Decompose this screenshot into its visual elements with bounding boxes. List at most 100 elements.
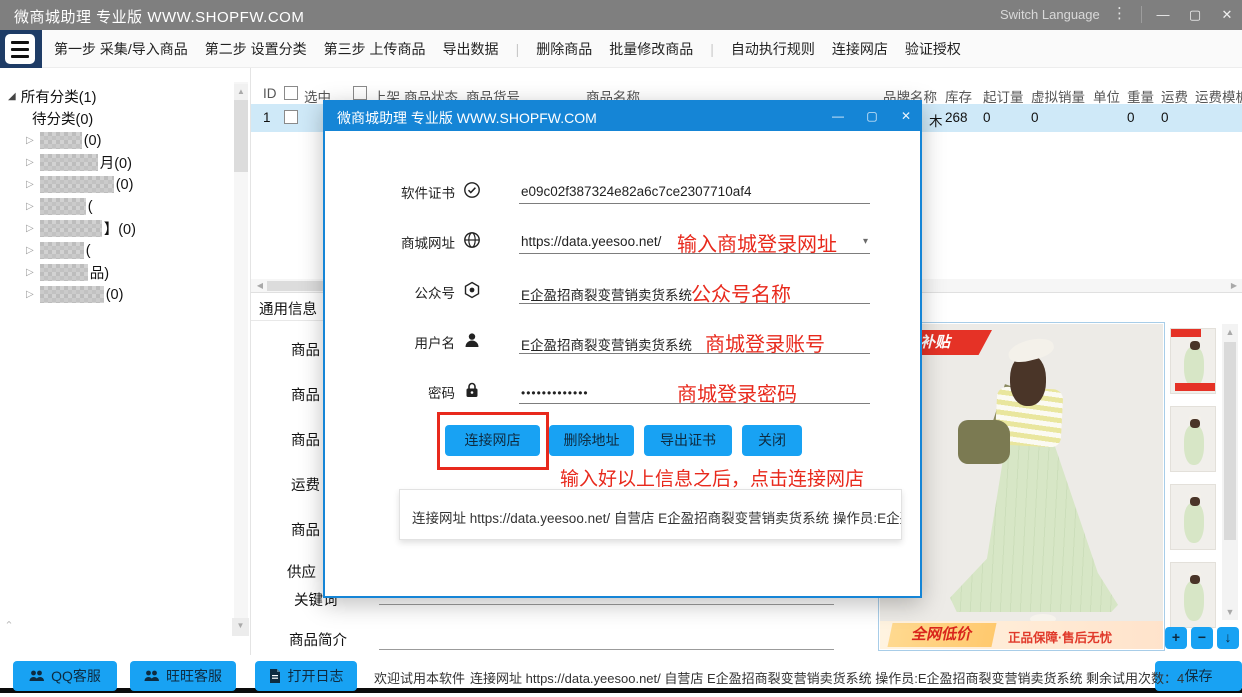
scroll-up-icon[interactable]: ▲	[1222, 324, 1238, 340]
hamburger-menu-icon[interactable]	[5, 34, 35, 64]
menu-item-auto-rules[interactable]: 自动执行规则	[731, 39, 815, 59]
add-image-button[interactable]: +	[1165, 627, 1187, 649]
password-value: •••••••••••••	[521, 386, 589, 400]
menu-separator: |	[516, 41, 520, 57]
tree-expanded-icon[interactable]: ◢	[8, 91, 16, 102]
redacted-category-name	[40, 264, 88, 281]
column-header-stock[interactable]: 库存	[945, 86, 972, 106]
tab-general-info[interactable]: 通用信息	[259, 298, 317, 319]
dropdown-icon[interactable]: ▾	[863, 236, 868, 247]
scroll-up-icon[interactable]: ▲	[234, 84, 248, 100]
tree-collapsed-icon[interactable]: ▷	[26, 245, 34, 256]
column-header-shipping[interactable]: 运费	[1161, 86, 1188, 106]
scroll-right-icon[interactable]: ▶	[1227, 279, 1241, 293]
official-account-icon	[463, 281, 481, 299]
column-header-moq[interactable]: 起订量	[983, 86, 1024, 106]
close-button[interactable]: ✕	[1212, 0, 1242, 30]
product-thumbnail[interactable]	[1170, 406, 1216, 472]
switch-language-button[interactable]: Switch Language	[1000, 7, 1100, 22]
sidebar-item-category[interactable]: ▷ 月(0)	[26, 152, 132, 173]
open-log-button[interactable]: 打开日志	[255, 661, 357, 691]
row-checkbox[interactable]	[284, 110, 298, 124]
sidebar-item-uncategorized[interactable]: 待分类(0)	[32, 108, 93, 129]
menu-item-delete-product[interactable]: 删除商品	[536, 39, 592, 59]
keywords-input[interactable]	[379, 604, 834, 605]
sidebar-item-all-categories[interactable]: ◢ 所有分类(1)	[8, 86, 96, 107]
redacted-category-name	[40, 154, 98, 171]
field-row-username: 用户名 E企盈招商裂变营销卖货系统 商城登录账号	[325, 328, 920, 354]
field-label: 公众号	[325, 282, 455, 302]
password-input[interactable]: ••••••••••••• 商城登录密码	[519, 378, 870, 404]
export-certificate-button[interactable]: 导出证书	[644, 425, 732, 456]
tree-collapsed-icon[interactable]: ▷	[26, 135, 34, 146]
delete-address-button[interactable]: 删除地址	[549, 425, 634, 456]
scroll-down-icon[interactable]: ▼	[232, 618, 249, 636]
dialog-maximize-button[interactable]: ▢	[857, 102, 887, 131]
product-thumbnail[interactable]	[1170, 562, 1216, 628]
sidebar-item-category[interactable]: ▷ 】(0)	[26, 218, 136, 239]
product-thumbnail[interactable]	[1170, 484, 1216, 550]
qq-service-label: QQ客服	[51, 666, 101, 686]
tree-collapsed-icon[interactable]: ▷	[26, 223, 34, 234]
people-icon	[144, 670, 159, 682]
scroll-left-icon[interactable]: ◀	[253, 279, 267, 293]
move-image-down-button[interactable]: ↓	[1217, 627, 1239, 649]
dialog-close-button[interactable]: ✕	[891, 102, 921, 131]
remove-image-button[interactable]: −	[1191, 627, 1213, 649]
sidebar-item-label: 品)	[90, 262, 109, 283]
qq-service-button[interactable]: QQ客服	[13, 661, 117, 691]
description-input[interactable]	[379, 649, 834, 650]
column-header-shipping-template[interactable]: 运费模板	[1195, 86, 1242, 106]
listed-all-checkbox[interactable]	[353, 86, 367, 100]
form-label-product: 商品	[291, 429, 320, 450]
sidebar-item-category[interactable]: ▷ 品)	[26, 262, 109, 283]
menu-item-export-data[interactable]: 导出数据	[443, 39, 499, 59]
connect-shop-button[interactable]: 连接网店	[445, 425, 540, 456]
menu-item-verify-auth[interactable]: 验证授权	[905, 39, 961, 59]
sidebar-item-category[interactable]: ▷ (	[26, 240, 91, 261]
window-title: 微商城助理 专业版 WWW.SHOPFW.COM	[14, 6, 304, 27]
column-header-unit[interactable]: 单位	[1093, 86, 1120, 106]
menu-item-step2-category[interactable]: 第二步 设置分类	[205, 39, 307, 59]
sidebar-item-category[interactable]: ▷ (0)	[26, 284, 123, 305]
menu-dots-icon[interactable]: ⋮	[1112, 4, 1127, 22]
dialog-minimize-button[interactable]: —	[823, 102, 853, 131]
minimize-button[interactable]: —	[1148, 0, 1178, 30]
tree-collapsed-icon[interactable]: ▷	[26, 201, 34, 212]
column-header-virtual-sales[interactable]: 虚拟销量	[1031, 86, 1085, 106]
thumbnail-scrollbar[interactable]: ▲ ▼	[1222, 324, 1238, 620]
menu-item-connect-shop[interactable]: 连接网店	[832, 39, 888, 59]
menu-item-step1-import[interactable]: 第一步 采集/导入商品	[54, 39, 188, 59]
maximize-button[interactable]: ▢	[1180, 0, 1210, 30]
select-all-checkbox[interactable]	[284, 86, 298, 100]
scroll-down-icon[interactable]: ▼	[1222, 604, 1238, 620]
sidebar-item-label: (0)	[106, 287, 124, 303]
tree-collapsed-icon[interactable]: ▷	[26, 267, 34, 278]
field-row-shop-url: 商城网址 https://data.yeesoo.net/ 输入商城登录网址 ▾	[325, 228, 920, 254]
tree-collapsed-icon[interactable]: ▷	[26, 289, 34, 300]
tree-collapsed-icon[interactable]: ▷	[26, 157, 34, 168]
product-photo[interactable]: 百亿补贴 全网低价 正品保障·售后无忧	[880, 324, 1163, 649]
certificate-input[interactable]: e09c02f387324e82a6c7ce2307710af4	[519, 178, 870, 204]
product-thumbnail[interactable]	[1170, 328, 1216, 394]
shop-url-input[interactable]: https://data.yeesoo.net/ 输入商城登录网址 ▾	[519, 228, 870, 254]
cell-stock: 268	[945, 110, 968, 125]
menu-item-step3-upload[interactable]: 第三步 上传商品	[324, 39, 426, 59]
sidebar-item-label: (0)	[84, 133, 102, 149]
tree-collapsed-icon[interactable]: ▷	[26, 179, 34, 190]
sidebar-item-category[interactable]: ▷ (	[26, 196, 93, 217]
sidebar-item-category[interactable]: ▷ (0)	[26, 130, 101, 151]
official-account-input[interactable]: E企盈招商裂变营销卖货系统 公众号名称	[519, 278, 870, 304]
sidebar-item-category[interactable]: ▷ (0)	[26, 174, 133, 195]
wangwang-service-button[interactable]: 旺旺客服	[130, 661, 236, 691]
menu-item-batch-modify[interactable]: 批量修改商品	[609, 39, 693, 59]
sidebar-item-label: 】(0)	[104, 218, 136, 239]
chevron-up-icon[interactable]: ⌃	[2, 618, 16, 634]
close-dialog-button[interactable]: 关闭	[742, 425, 802, 456]
dialog-title: 微商城助理 专业版 WWW.SHOPFW.COM	[337, 108, 597, 128]
sidebar-scrollbar-thumb[interactable]	[234, 100, 248, 172]
column-header-id[interactable]: ID	[263, 86, 277, 101]
column-header-weight[interactable]: 重量	[1127, 86, 1154, 106]
scrollbar-thumb[interactable]	[1224, 342, 1236, 540]
username-input[interactable]: E企盈招商裂变营销卖货系统 商城登录账号	[519, 328, 870, 354]
